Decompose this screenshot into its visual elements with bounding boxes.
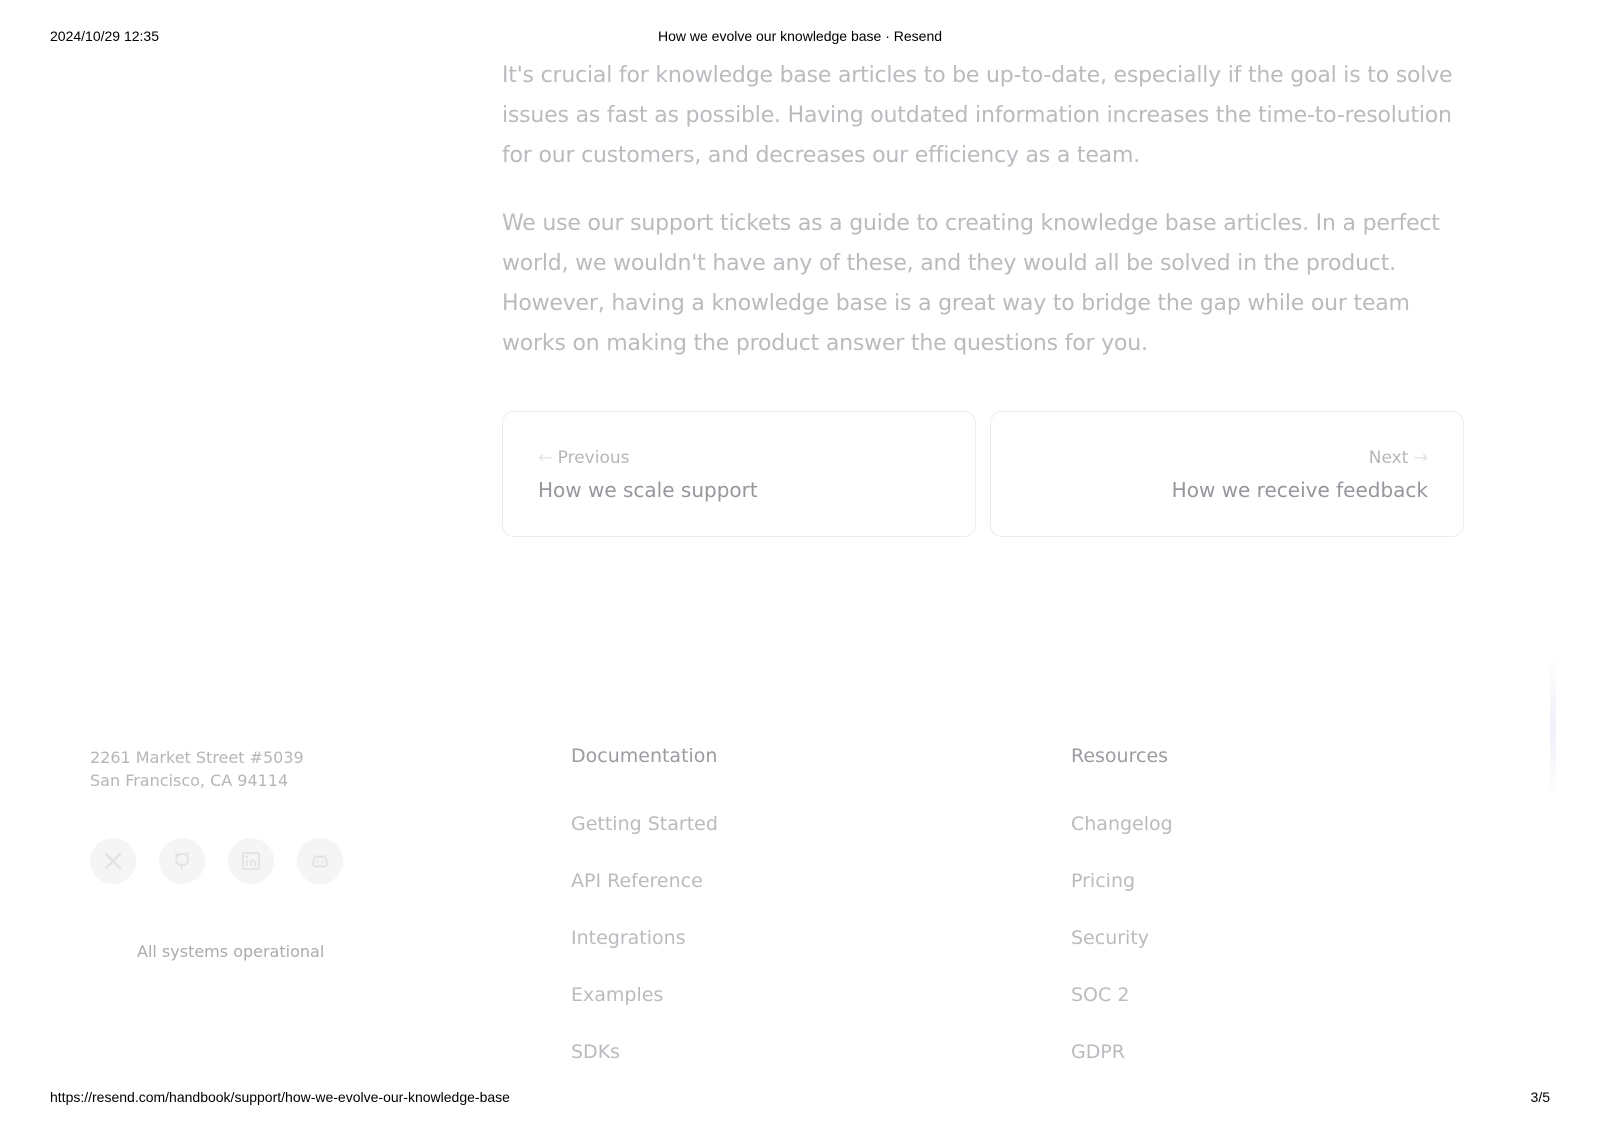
system-status[interactable]: All systems operational [137,942,324,961]
pagination-nav: ← Previous How we scale support Next → H… [502,411,1466,539]
footer-documentation-column: Documentation Getting Started API Refere… [571,745,718,1063]
linkedin-social-link[interactable] [228,838,274,884]
documentation-heading: Documentation [571,745,718,767]
footer-link-examples[interactable]: Examples [571,984,871,1041]
footer-link-api-reference[interactable]: API Reference [571,870,871,927]
github-social-link[interactable] [159,838,205,884]
print-footer: https://resend.com/handbook/support/how-… [50,1089,1550,1109]
decorative-glow [1550,655,1556,800]
arrow-right-icon: → [1413,448,1428,468]
footer-resources-column: Resources Changelog Pricing Security SOC… [1071,745,1173,1063]
footer-link-integrations[interactable]: Integrations [571,927,871,984]
print-page-title: How we evolve our knowledge base · Resen… [657,28,943,44]
address-line: San Francisco, CA 94114 [90,771,289,790]
previous-kicker: ← Previous [538,448,630,468]
next-page-title[interactable]: How we receive feedback [1172,478,1428,502]
company-address: 2261 Market Street #5039 San Francisco, … [90,746,304,792]
linkedin-icon [242,852,260,870]
discord-icon [311,854,329,868]
article-paragraph: We use our support tickets as a guide to… [502,211,1440,356]
previous-label: Previous [557,448,630,468]
article-paragraph: It's crucial for knowledge base articles… [502,63,1453,168]
article-body: It's crucial for knowledge base articles… [502,56,1470,392]
documentation-links: Getting Started API Reference Integratio… [571,813,871,1098]
footer-link-security[interactable]: Security [1071,927,1371,984]
resources-links: Changelog Pricing Security SOC 2 GDPR [1071,813,1371,1098]
previous-page-card[interactable]: ← Previous How we scale support [502,411,976,537]
print-url: https://resend.com/handbook/support/how-… [50,1089,510,1105]
arrow-left-icon: ← [538,448,553,468]
address-line: 2261 Market Street #5039 [90,748,304,767]
footer-link-getting-started[interactable]: Getting Started [571,813,871,870]
print-header: 2024/10/29 12:35 How we evolve our knowl… [50,28,1550,48]
previous-page-title[interactable]: How we scale support [538,478,758,502]
x-social-link[interactable] [90,838,136,884]
github-icon [174,852,190,869]
next-kicker: Next → [1369,448,1428,468]
print-page-number: 3/5 [1530,1089,1550,1105]
resources-heading: Resources [1071,745,1169,767]
discord-social-link[interactable] [297,838,343,884]
footer-link-pricing[interactable]: Pricing [1071,870,1371,927]
next-page-card[interactable]: Next → How we receive feedback [990,411,1464,537]
footer-link-soc2[interactable]: SOC 2 [1071,984,1371,1041]
next-label: Next [1368,448,1409,468]
footer-link-changelog[interactable]: Changelog [1071,813,1371,870]
x-icon [104,852,122,870]
